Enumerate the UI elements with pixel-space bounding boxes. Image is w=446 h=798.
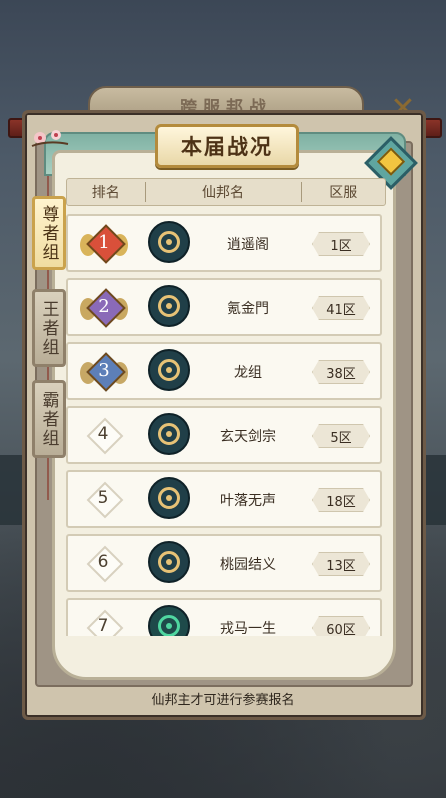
rank-number: 1	[98, 232, 110, 253]
guild-emblem-icon	[148, 541, 190, 583]
tab-group-1[interactable]: 尊者组	[32, 196, 66, 270]
rank-medal-gold: 1	[80, 224, 128, 264]
rank-badge: 5	[80, 481, 128, 520]
guild-name: 玄天剑宗	[220, 429, 276, 445]
guild-emblem-icon	[148, 477, 190, 519]
column-zone: 区服	[329, 185, 358, 201]
rank-number: 6	[97, 552, 109, 572]
ranking-row[interactable]: 5 叶落无声 18区	[66, 470, 382, 528]
tab-group-2[interactable]: 王者组	[32, 289, 66, 367]
ranking-row[interactable]: 1 逍遥阁 1区	[66, 214, 382, 272]
ranking-row[interactable]: 3 龙组 38区	[66, 342, 382, 400]
rank-badge: 7	[80, 609, 128, 636]
footer-note: 仙邦主才可进行参赛报名	[151, 693, 295, 708]
rank-medal-bronze: 3	[80, 352, 128, 392]
subtitle-plaque: 本届战况	[155, 124, 299, 168]
guild-name: 戎马一生	[220, 621, 276, 636]
rank-badge: 6	[80, 545, 128, 584]
guild-name: 桃园结义	[220, 557, 276, 573]
zone-tag: 38区	[312, 360, 370, 384]
rank-number: 2	[98, 296, 110, 317]
zone-tag: 41区	[312, 296, 370, 320]
column-guild: 仙邦名	[144, 182, 302, 202]
zone-tag: 13区	[312, 552, 370, 576]
ranking-row[interactable]: 2 氪金門 41区	[66, 278, 382, 336]
ranking-row[interactable]: 4 玄天剑宗 5区	[66, 406, 382, 464]
column-header: 排名 仙邦名 区服	[66, 178, 386, 206]
guild-emblem-icon	[148, 413, 190, 455]
guild-name: 逍遥阁	[227, 237, 269, 253]
guild-emblem-icon	[148, 221, 190, 263]
ranking-list[interactable]: 1 逍遥阁 1区 2 氪金門 41区 3 龙组 38区 4 玄天剑宗 5区 5 …	[66, 208, 382, 636]
guild-name: 氪金門	[227, 301, 269, 317]
column-rank: 排名	[91, 185, 120, 201]
guild-emblem-icon	[148, 605, 190, 636]
guild-name: 龙组	[234, 365, 262, 381]
rank-medal-silver: 2	[80, 288, 128, 328]
rank-number: 7	[97, 616, 109, 636]
guild-emblem-icon	[148, 349, 190, 391]
blossom-icon	[31, 130, 69, 147]
guild-emblem-icon	[148, 285, 190, 327]
rank-number: 5	[97, 488, 109, 508]
rank-number: 3	[98, 360, 110, 381]
subtitle: 本届战况	[181, 134, 273, 159]
zone-tag: 18区	[312, 488, 370, 512]
zone-tag: 5区	[312, 424, 370, 448]
tab-group-3[interactable]: 霸者组	[32, 380, 66, 458]
ranking-row[interactable]: 7 戎马一生 60区	[66, 598, 382, 636]
guild-name: 叶落无声	[220, 493, 276, 509]
rank-number: 4	[97, 424, 109, 444]
rank-badge: 4	[80, 417, 128, 456]
ranking-row[interactable]: 6 桃园结义 13区	[66, 534, 382, 592]
zone-tag: 1区	[312, 232, 370, 256]
zone-tag: 60区	[312, 616, 370, 636]
